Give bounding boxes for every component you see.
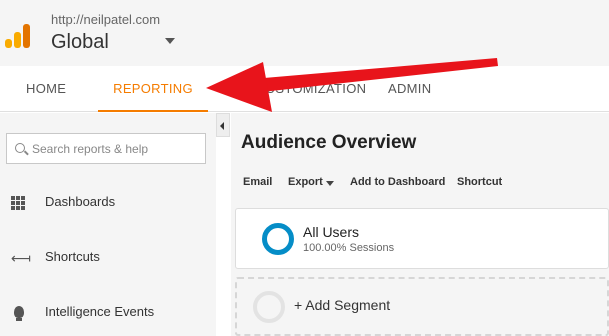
add-segment-button[interactable]: + Add Segment xyxy=(235,277,609,336)
shortcut-arrow-icon: ⟻ xyxy=(11,250,32,266)
sidebar-item-intelligence-events[interactable]: Intelligence Events xyxy=(0,297,216,327)
caret-down-icon[interactable] xyxy=(165,38,175,44)
main-nav: HOME REPORTING CUSTOMIZATION ADMIN xyxy=(0,66,609,112)
sidebar-item-label: Dashboards xyxy=(45,194,116,209)
empty-segment-ring-icon xyxy=(253,291,285,323)
account-selector[interactable]: Global xyxy=(51,31,109,54)
tab-customization[interactable]: CUSTOMIZATION xyxy=(256,66,366,112)
search-icon xyxy=(15,143,25,153)
email-button[interactable]: Email xyxy=(243,176,272,188)
caret-down-icon[interactable] xyxy=(326,181,334,186)
export-button[interactable]: Export xyxy=(288,176,323,188)
tab-reporting[interactable]: REPORTING xyxy=(98,66,208,112)
segment-sessions: 100.00% Sessions xyxy=(303,242,395,254)
add-segment-label: + Add Segment xyxy=(294,297,391,313)
analytics-logo-icon[interactable] xyxy=(5,24,31,48)
collapse-sidebar-button[interactable] xyxy=(216,113,230,137)
sidebar-item-shortcuts[interactable]: ⟻ Shortcuts xyxy=(0,242,216,272)
tab-home[interactable]: HOME xyxy=(26,66,66,112)
tab-admin[interactable]: ADMIN xyxy=(388,66,431,112)
report-toolbar: Email Export Add to Dashboard Shortcut xyxy=(231,168,609,196)
segment-ring-icon xyxy=(262,223,294,255)
report-panel: Audience Overview Email Export Add to Da… xyxy=(231,113,609,336)
sidebar-item-label: Shortcuts xyxy=(45,249,100,264)
account-header: http://neilpatel.com Global xyxy=(0,0,609,66)
page-title: Audience Overview xyxy=(241,132,417,153)
search-placeholder: Search reports & help xyxy=(32,142,149,156)
segment-card[interactable]: All Users 100.00% Sessions xyxy=(235,208,609,269)
segment-name: All Users xyxy=(303,224,360,240)
sidebar: Search reports & help Dashboards ⟻ Short… xyxy=(0,113,216,336)
lightbulb-icon xyxy=(11,306,27,321)
search-input[interactable]: Search reports & help xyxy=(6,133,206,164)
grid-icon xyxy=(11,196,27,210)
shortcut-button[interactable]: Shortcut xyxy=(457,176,502,188)
sidebar-item-label: Intelligence Events xyxy=(45,304,155,319)
add-to-dashboard-button[interactable]: Add to Dashboard xyxy=(350,176,445,188)
sidebar-item-dashboards[interactable]: Dashboards xyxy=(0,187,216,217)
account-url: http://neilpatel.com xyxy=(51,12,161,27)
